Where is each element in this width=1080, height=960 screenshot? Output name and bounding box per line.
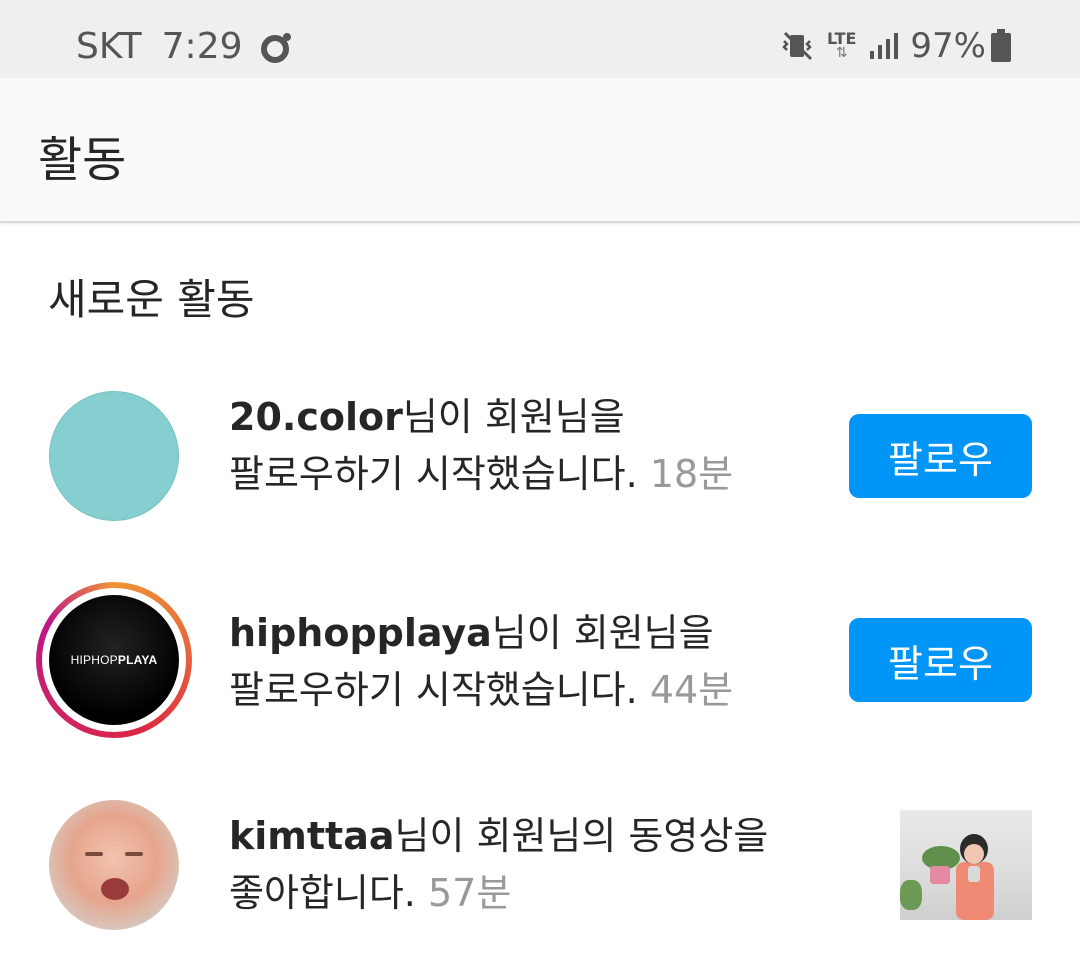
timestamp: 57분 <box>427 871 512 915</box>
notification-item[interactable]: HIPHOPPLAYA hiphopplaya님이 회원님을 팔로우하기 시작했… <box>0 582 1080 742</box>
notification-item[interactable]: kimttaa님이 회원님의 동영상을 좋아합니다. 57분 <box>0 800 1080 960</box>
activity-header: 활동 <box>0 78 1080 223</box>
clock: 7:29 <box>161 26 243 67</box>
notification-dot-icon <box>260 31 293 63</box>
notification-text: hiphopplaya님이 회원님을 팔로우하기 시작했습니다. 44분 <box>229 611 734 712</box>
notification-text: kimttaa님이 회원님의 동영상을 좋아합니다. 57분 <box>229 814 769 915</box>
section-title-new-activity: 새로운 활동 <box>48 275 255 324</box>
timestamp: 18분 <box>649 452 734 496</box>
follow-button[interactable]: 팔로우 <box>849 618 1032 702</box>
username[interactable]: kimttaa <box>229 814 395 858</box>
status-bar: SKT 7:29 LTE ⇅ 97% <box>0 0 1080 78</box>
video-thumbnail[interactable] <box>900 810 1032 920</box>
page-title: 활동 <box>38 132 127 188</box>
notification-item[interactable]: 20.color님이 회원님을 팔로우하기 시작했습니다. 18분 팔로우 <box>0 391 1080 551</box>
lte-icon: LTE ⇅ <box>827 29 857 61</box>
notification-text: 20.color님이 회원님을 팔로우하기 시작했습니다. 18분 <box>229 395 734 496</box>
story-ring[interactable]: HIPHOPPLAYA <box>36 582 192 738</box>
carrier-label: SKT <box>76 26 142 67</box>
avatar: HIPHOPPLAYA <box>49 595 179 725</box>
username[interactable]: 20.color <box>229 395 403 439</box>
avatar-logo-text: HIPHOPPLAYA <box>70 653 158 667</box>
battery-icon <box>990 29 1012 63</box>
vibrate-icon <box>781 29 815 63</box>
avatar[interactable] <box>49 800 179 930</box>
signal-icon <box>868 31 899 61</box>
timestamp: 44분 <box>649 668 734 712</box>
status-right: LTE ⇅ 97% <box>769 26 1012 66</box>
avatar[interactable] <box>49 391 179 521</box>
follow-button[interactable]: 팔로우 <box>849 414 1032 498</box>
status-left: SKT 7:29 <box>76 26 293 67</box>
battery-percentage: 97% <box>910 26 986 66</box>
username[interactable]: hiphopplaya <box>229 611 492 655</box>
